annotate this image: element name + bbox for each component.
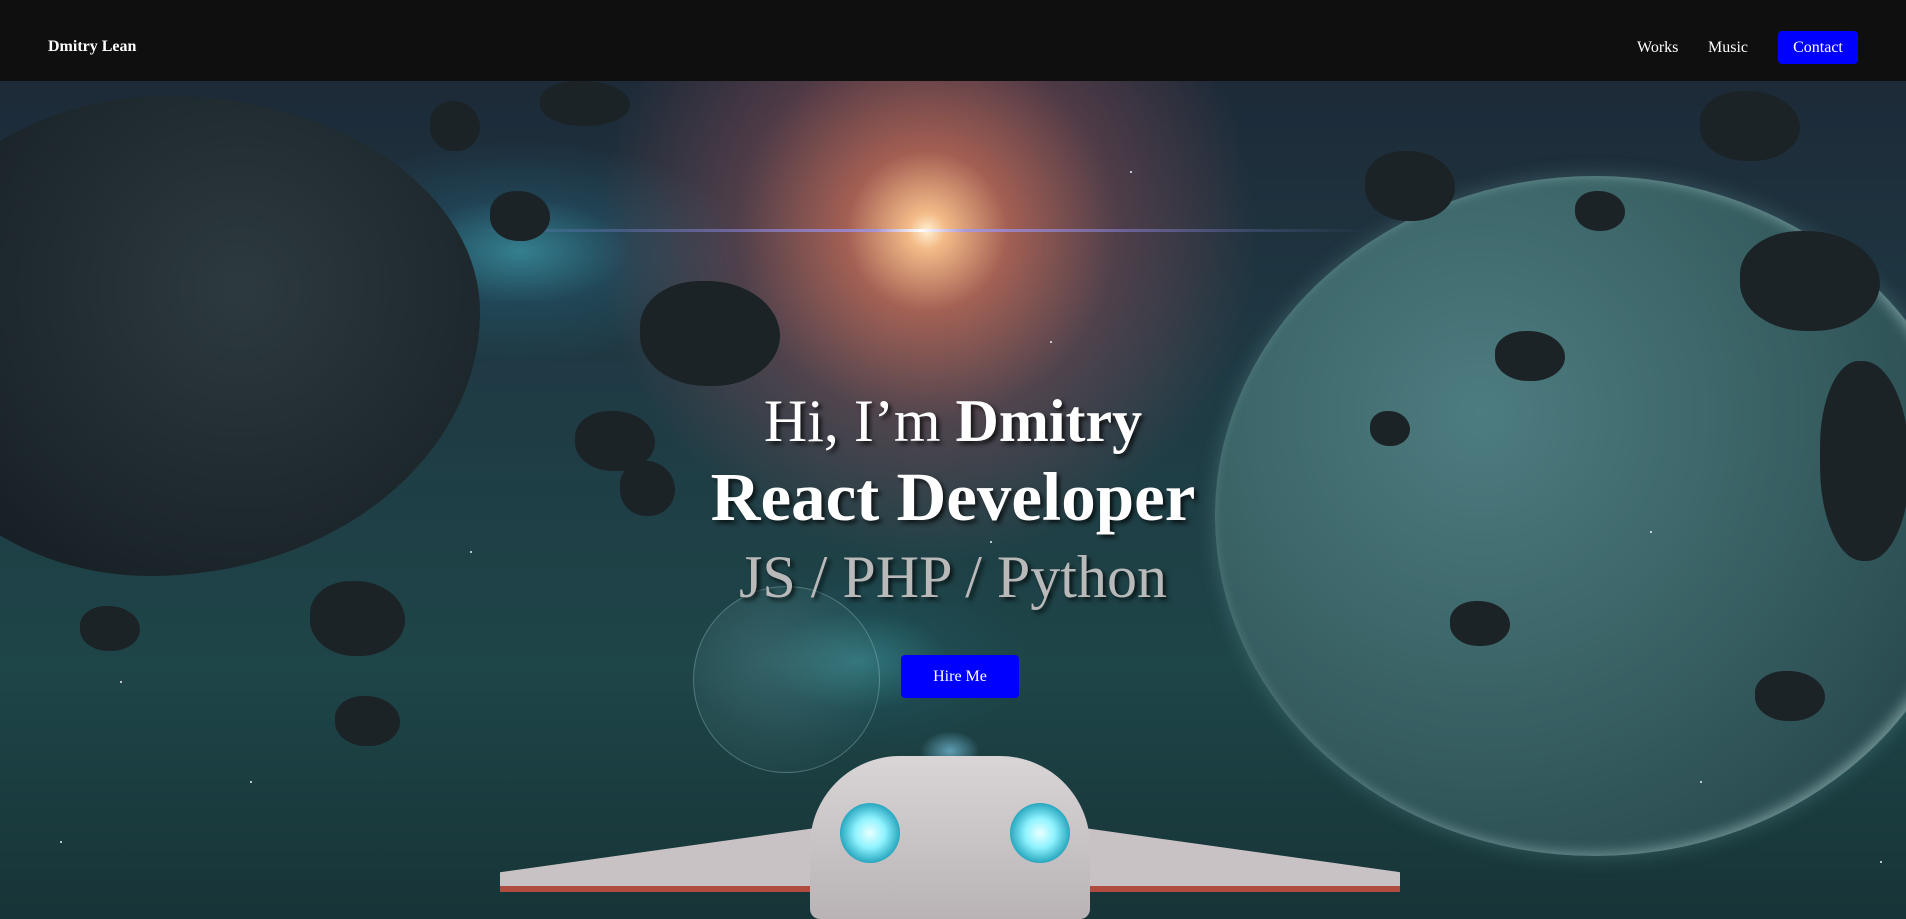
asteroid bbox=[1495, 331, 1565, 381]
brand-logo[interactable]: Dmitry Lean bbox=[48, 38, 136, 56]
hire-me-button[interactable]: Hire Me bbox=[901, 655, 1019, 698]
asteroid bbox=[490, 191, 550, 241]
star bbox=[1050, 341, 1052, 343]
star bbox=[1130, 171, 1132, 173]
ship-engine-left bbox=[840, 803, 900, 863]
asteroid bbox=[1755, 671, 1825, 721]
nav-link-music[interactable]: Music bbox=[1708, 39, 1748, 57]
ship-wing-left bbox=[500, 826, 830, 892]
asteroid bbox=[540, 81, 630, 126]
greeting-line: Hi, I’m Dmitry bbox=[0, 385, 1906, 457]
star bbox=[1700, 781, 1702, 783]
star bbox=[250, 781, 252, 783]
asteroid bbox=[640, 281, 780, 386]
asteroid bbox=[335, 696, 400, 746]
greeting-prefix: Hi, I’m bbox=[763, 388, 956, 454]
asteroid bbox=[1740, 231, 1880, 331]
star bbox=[1880, 861, 1882, 863]
asteroid bbox=[1700, 91, 1800, 161]
ship-wing-right bbox=[1070, 826, 1400, 892]
spaceship-image bbox=[500, 731, 1400, 919]
asteroid bbox=[1365, 151, 1455, 221]
nav-link-works[interactable]: Works bbox=[1637, 39, 1678, 57]
role-title: React Developer bbox=[710, 459, 1196, 535]
greeting-name: Dmitry bbox=[955, 388, 1143, 454]
hero-heading: Hi, I’m Dmitry React Developer JS / PHP … bbox=[0, 385, 1906, 617]
ship-engine-right bbox=[1010, 803, 1070, 863]
asteroid bbox=[430, 101, 480, 151]
asteroid bbox=[1575, 191, 1625, 231]
page: Dmitry Lean Works Music Contact Hi, I’m … bbox=[0, 0, 1906, 919]
star-flare bbox=[470, 229, 1370, 232]
top-navbar: Dmitry Lean Works Music Contact bbox=[0, 0, 1906, 81]
star bbox=[120, 681, 122, 683]
contact-button[interactable]: Contact bbox=[1778, 31, 1858, 64]
star bbox=[60, 841, 62, 843]
tech-stack-subtitle: JS / PHP / Python bbox=[739, 544, 1167, 610]
